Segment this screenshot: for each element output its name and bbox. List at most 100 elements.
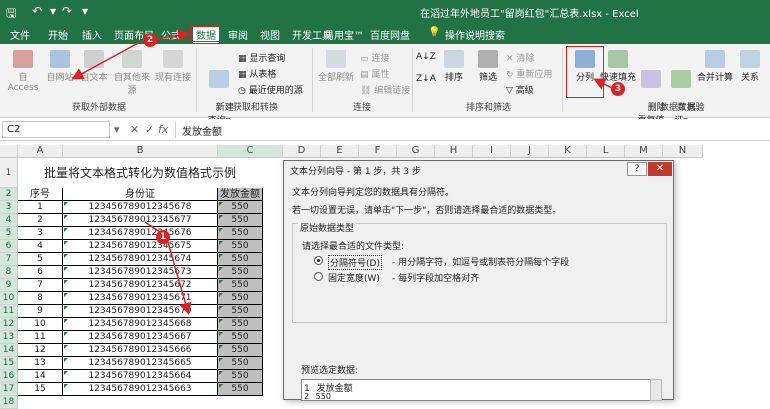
table-cell[interactable]: 6 (18, 266, 63, 279)
table-cell[interactable]: 123456789012345663 (63, 383, 218, 396)
fixed-width-radio[interactable] (314, 272, 323, 281)
table-cell[interactable]: 123456789012345665 (63, 357, 218, 370)
tab-review[interactable]: 审阅 (228, 27, 248, 42)
row-header-17[interactable]: 17 (0, 383, 18, 396)
from-web-button[interactable]: 自网站 (44, 50, 76, 83)
refresh-all-button[interactable]: 全部刷新 (316, 50, 356, 83)
table-cell[interactable]: 550 (218, 266, 263, 279)
table-cell[interactable]: 3 (18, 227, 63, 240)
from-text-button[interactable]: 自文本 (78, 50, 110, 83)
table-cell[interactable]: 550 (218, 279, 263, 292)
table-cell[interactable]: 123456789012345677 (63, 214, 218, 227)
select-all-corner[interactable] (0, 145, 18, 158)
tab-view[interactable]: 视图 (260, 27, 280, 42)
table-cell[interactable]: 123456789012345664 (63, 370, 218, 383)
table-cell[interactable]: 123456789012345674 (63, 253, 218, 266)
help-button[interactable]: ? (627, 162, 647, 176)
data-preview[interactable]: 1 发放金额 2 550 (301, 379, 651, 401)
show-queries-button[interactable]: ▦ 显示查询 (238, 51, 285, 64)
row-header-2[interactable]: 2 (0, 188, 18, 201)
table-cell[interactable]: 14 (18, 370, 63, 383)
table-cell[interactable]: 12 (18, 344, 63, 357)
insert-function-icon[interactable]: fx (158, 123, 168, 136)
reapply-button[interactable]: ↻ 重新应用 (506, 67, 552, 80)
table-cell[interactable]: 123456789012345676 (63, 227, 218, 240)
table-cell[interactable]: 123456789012345678 (63, 201, 218, 214)
close-button[interactable]: ✕ (648, 162, 672, 176)
cancel-icon[interactable]: ✕ (130, 123, 139, 136)
sort-az-icon[interactable]: A↓Z (416, 52, 436, 62)
table-cell[interactable]: 550 (218, 357, 263, 370)
column-header-m[interactable]: M (625, 145, 663, 158)
table-cell[interactable]: 11 (18, 331, 63, 344)
advanced-button[interactable]: ▽ 高级 (506, 83, 534, 96)
table-cell[interactable]: 15 (18, 383, 63, 396)
table-cell[interactable]: 5 (18, 253, 63, 266)
row-header-16[interactable]: 16 (0, 370, 18, 383)
column-header-l[interactable]: L (587, 145, 625, 158)
delimited-radio[interactable] (314, 256, 323, 265)
redo-icon[interactable]: ↷ (62, 4, 72, 18)
column-header-e[interactable]: E (321, 145, 359, 158)
tab-easyuse[interactable]: 易用宝™ (324, 27, 364, 42)
table-cell[interactable]: 123456789012345673 (63, 266, 218, 279)
from-other-sources-button[interactable]: 自其他来源 (112, 50, 152, 96)
from-access-button[interactable]: 自 Access (4, 50, 42, 93)
properties-button[interactable]: ▤ 属性 (360, 67, 389, 80)
table-cell[interactable]: 123456789012345672 (63, 279, 218, 292)
row-header-8[interactable]: 8 (0, 266, 18, 279)
tab-formulas[interactable]: 公式 (161, 27, 181, 42)
column-header-h[interactable]: H (435, 145, 473, 158)
row-header-3[interactable]: 3 (0, 201, 18, 214)
row-header-11[interactable]: 11 (0, 305, 18, 318)
column-header-i[interactable]: I (473, 145, 511, 158)
confirm-icon[interactable]: ✓ (145, 123, 154, 136)
connections-button[interactable]: ▭ 连接 (360, 51, 389, 64)
formula-input[interactable]: 发放金额 (175, 121, 768, 138)
table-cell[interactable]: 9 (18, 305, 63, 318)
table-cell[interactable]: 550 (218, 318, 263, 331)
column-header-g[interactable]: G (397, 145, 435, 158)
table-cell[interactable]: 123456789012345666 (63, 344, 218, 357)
table-cell[interactable]: 2 (18, 214, 63, 227)
header-cell[interactable]: 发放金额 (218, 188, 263, 201)
table-cell[interactable]: 550 (218, 383, 263, 396)
tab-home[interactable]: 开始 (48, 27, 68, 42)
row-header-7[interactable]: 7 (0, 253, 18, 266)
sort-button[interactable]: 排序 (440, 50, 468, 83)
edit-links-button[interactable]: ⛓ 编辑链接 (360, 83, 410, 96)
column-header-c[interactable]: C (218, 145, 283, 158)
row-header-1[interactable]: 1 (0, 158, 18, 188)
row-header-18[interactable]: 18 (0, 396, 18, 409)
column-header-f[interactable]: F (359, 145, 397, 158)
table-cell[interactable]: 550 (218, 227, 263, 240)
row-header-6[interactable]: 6 (0, 240, 18, 253)
table-cell[interactable]: 1 (18, 201, 63, 214)
relationships-button[interactable]: 关系 (736, 50, 764, 83)
undo-icon[interactable]: ↶ (32, 4, 42, 18)
name-box-dropdown-icon[interactable]: ▾ (114, 123, 120, 136)
save-icon[interactable]: 🖫 (6, 4, 16, 25)
filter-button[interactable]: 筛选 (474, 50, 502, 83)
row-header-10[interactable]: 10 (0, 292, 18, 305)
table-cell[interactable]: 550 (218, 292, 263, 305)
text-import-wizard-dialog[interactable]: 文本分列向导 - 第 1 步，共 3 步 ? ✕ 文本分列向导判定您的数据具有分… (283, 160, 674, 401)
column-header-a[interactable]: A (18, 145, 63, 158)
table-cell[interactable]: 13 (18, 357, 63, 370)
name-box[interactable]: C2 (2, 121, 110, 138)
table-cell[interactable]: 550 (218, 253, 263, 266)
table-cell[interactable]: 123456789012345670 (63, 305, 218, 318)
table-cell[interactable]: 8 (18, 292, 63, 305)
customize-quick-access-icon[interactable]: ▾ (82, 4, 88, 18)
row-header-13[interactable]: 13 (0, 331, 18, 344)
table-cell[interactable]: 7 (18, 279, 63, 292)
row-header-14[interactable]: 14 (0, 344, 18, 357)
tab-file[interactable]: 文件 (10, 27, 30, 42)
table-cell[interactable]: 550 (218, 305, 263, 318)
row-header-9[interactable]: 9 (0, 279, 18, 292)
column-header-b[interactable]: B (63, 145, 218, 158)
consolidate-button[interactable]: 合并计算 (696, 50, 734, 83)
table-cell[interactable]: 123456789012345668 (63, 318, 218, 331)
table-cell[interactable]: 550 (218, 214, 263, 227)
table-cell[interactable]: 4 (18, 240, 63, 253)
